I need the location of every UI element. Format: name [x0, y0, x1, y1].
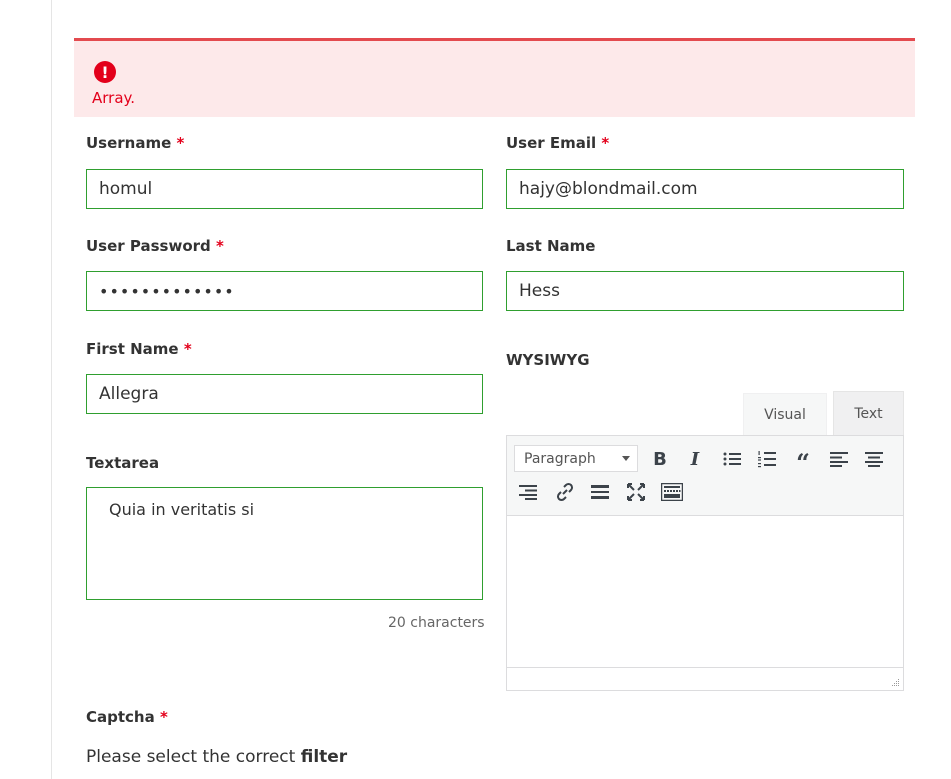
- resize-handle-icon[interactable]: [890, 677, 900, 687]
- chevron-down-icon: [622, 456, 630, 461]
- bold-button[interactable]: B: [645, 444, 675, 474]
- align-center-icon: [865, 452, 883, 467]
- textarea-value: Quia in veritatis si: [109, 500, 255, 519]
- fullscreen-button[interactable]: [621, 477, 651, 507]
- username-input[interactable]: homul: [86, 169, 483, 209]
- italic-icon: I: [690, 448, 700, 470]
- username-label: Username *: [86, 134, 184, 152]
- captcha-label-text: Captcha: [86, 708, 155, 726]
- textarea-label: Textarea: [86, 454, 159, 472]
- editor-statusbar: [507, 667, 903, 690]
- fullscreen-icon: [627, 483, 645, 501]
- captcha-prompt-text: Please select the correct: [86, 747, 296, 767]
- captcha-prompt-emphasis: filter: [300, 747, 348, 767]
- toolbar-toggle-button[interactable]: [657, 477, 687, 507]
- captcha-label: Captcha *: [86, 708, 168, 726]
- last-name-value: Hess: [519, 281, 560, 301]
- required-mark: *: [159, 708, 168, 726]
- link-icon: [556, 482, 574, 502]
- numbered-list-button[interactable]: [752, 444, 782, 474]
- user-password-input[interactable]: •••••••••••••: [86, 271, 483, 311]
- wysiwyg-editor: Paragraph B I “: [506, 435, 904, 691]
- required-mark: *: [176, 134, 185, 152]
- align-right-icon: [519, 485, 537, 500]
- user-password-label: User Password *: [86, 237, 224, 255]
- last-name-label: Last Name: [506, 237, 595, 255]
- user-password-value: •••••••••••••: [99, 281, 235, 301]
- captcha-prompt: Please select the correct filter: [86, 747, 347, 767]
- first-name-input[interactable]: Allegra: [86, 374, 483, 414]
- italic-button[interactable]: I: [680, 444, 710, 474]
- error-alert: ! Array.: [74, 38, 915, 117]
- bulleted-list-button[interactable]: [717, 444, 747, 474]
- first-name-label-text: First Name: [86, 340, 179, 358]
- bold-icon: B: [653, 448, 667, 470]
- username-label-text: Username: [86, 134, 172, 152]
- read-more-button[interactable]: [585, 477, 615, 507]
- tab-text[interactable]: Text: [833, 391, 904, 435]
- user-email-value: hajy@blondmail.com: [519, 179, 698, 199]
- editor-content-area[interactable]: [507, 517, 903, 667]
- left-gutter: [0, 0, 52, 779]
- user-email-label-text: User Email: [506, 134, 597, 152]
- tab-text-label: Text: [854, 405, 883, 422]
- read-more-icon: [591, 485, 609, 499]
- format-select[interactable]: Paragraph: [514, 445, 638, 472]
- username-value: homul: [99, 179, 153, 199]
- editor-toolbar: Paragraph B I “: [507, 436, 903, 516]
- tab-visual[interactable]: Visual: [743, 393, 827, 435]
- keyboard-icon: [661, 483, 683, 501]
- required-mark: *: [216, 237, 224, 255]
- blockquote-button[interactable]: “: [788, 444, 818, 477]
- wysiwyg-label: WYSIWYG: [506, 351, 590, 369]
- user-email-label: User Email *: [506, 134, 609, 152]
- required-mark: *: [601, 134, 610, 152]
- bulleted-list-icon: [723, 452, 741, 466]
- align-left-button[interactable]: [824, 444, 854, 474]
- align-left-icon: [830, 452, 848, 467]
- alert-message: Array.: [92, 89, 136, 107]
- user-email-input[interactable]: hajy@blondmail.com: [506, 169, 904, 209]
- user-password-label-text: User Password: [86, 237, 211, 255]
- align-center-button[interactable]: [859, 444, 889, 474]
- numbered-list-icon: [758, 451, 776, 468]
- link-button[interactable]: [550, 477, 580, 507]
- first-name-label: First Name *: [86, 340, 192, 358]
- wysiwyg-label-text: WYSIWYG: [506, 351, 590, 369]
- last-name-label-text: Last Name: [506, 237, 596, 255]
- required-mark: *: [183, 340, 192, 358]
- quote-icon: “: [796, 448, 810, 477]
- character-count: 20 characters: [388, 615, 485, 631]
- align-right-button[interactable]: [513, 477, 543, 507]
- tab-visual-label: Visual: [764, 406, 806, 423]
- last-name-input[interactable]: Hess: [506, 271, 904, 311]
- first-name-value: Allegra: [99, 384, 159, 404]
- textarea-label-text: Textarea: [86, 454, 160, 472]
- format-select-value: Paragraph: [524, 450, 596, 467]
- exclamation-icon: !: [94, 61, 116, 83]
- textarea-input[interactable]: Quia in veritatis si: [86, 487, 483, 600]
